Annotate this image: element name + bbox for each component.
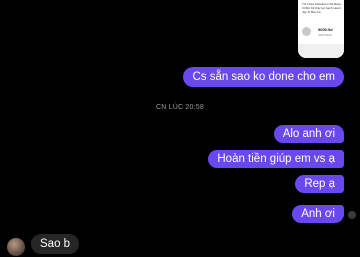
incoming-message[interactable]: Sao b xyxy=(31,234,80,254)
product-price: 9000.5d xyxy=(318,27,333,32)
product-card-footer xyxy=(298,44,344,58)
outgoing-message[interactable]: Alo anh ơi xyxy=(273,125,344,143)
outgoing-message[interactable]: Anh ơi xyxy=(292,205,344,223)
product-info-row: 9000.5d 2000.5DM xyxy=(301,25,343,39)
outgoing-message[interactable]: Hoàn tiền giúp em vs ạ xyxy=(208,150,344,168)
product-share-card[interactable]: Túi Chéo Kawaivivi nhà Basu 3 Mini Kit D… xyxy=(298,0,344,58)
outgoing-message[interactable]: Cs sẵn sao ko done cho em xyxy=(183,67,344,87)
outgoing-message[interactable]: Rep ạ xyxy=(295,175,344,193)
product-title: Túi Chéo Kawaivivi nhà Basu 3 Mini Kit D… xyxy=(302,2,342,14)
timestamp-divider: CN LÚC 20:58 xyxy=(156,104,204,111)
product-thumbnail xyxy=(302,27,311,36)
sender-avatar[interactable] xyxy=(7,238,25,256)
read-receipt-icon xyxy=(348,211,356,219)
chat-thread: Túi Chéo Kawaivivi nhà Basu 3 Mini Kit D… xyxy=(0,0,360,257)
product-subtitle: 2000.5DM xyxy=(318,33,332,37)
